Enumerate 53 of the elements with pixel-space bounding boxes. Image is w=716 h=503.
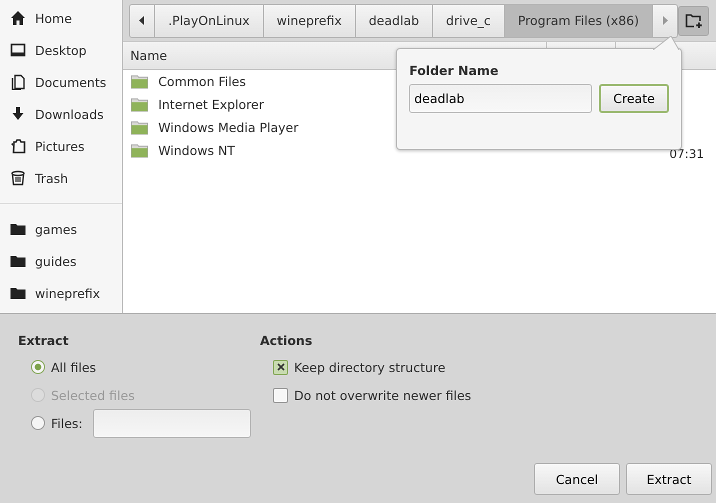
sidebar-item[interactable]: Trash [0, 162, 122, 194]
sidebar-item[interactable]: games [0, 213, 122, 245]
file-name: Windows NT [158, 143, 235, 158]
folder-name-field[interactable]: deadlab [409, 84, 592, 113]
option-label[interactable]: All files [51, 360, 96, 374]
monitor-icon [10, 42, 26, 58]
camera-icon [10, 138, 26, 154]
path-button[interactable]: wineprefix [264, 4, 356, 38]
home-icon [10, 10, 26, 26]
path-button[interactable]: drive_c [433, 4, 505, 38]
sidebar-item[interactable]: Documents [0, 66, 122, 98]
dialog-button[interactable]: Cancel [534, 463, 620, 495]
radio-button[interactable] [31, 360, 45, 374]
folder-icon [10, 285, 26, 301]
document-icon [10, 74, 26, 90]
folder-icon [131, 120, 148, 134]
section-title: Extract [18, 333, 70, 348]
option-label[interactable]: Keep directory structure [294, 360, 446, 374]
folder-icon [131, 98, 148, 112]
right-arrow-icon [662, 16, 668, 25]
files-field[interactable] [92, 408, 251, 438]
sidebar-item[interactable]: Pictures [0, 130, 122, 162]
cross-icon [276, 363, 284, 371]
checkbox[interactable] [273, 388, 288, 402]
create-button[interactable]: Create [598, 84, 670, 113]
path-button[interactable]: Program Files (x86) [504, 4, 653, 38]
sidebar-item[interactable]: Home [0, 2, 122, 34]
path-button[interactable]: .PlayOnLinux [155, 4, 264, 38]
folder-icon [131, 144, 148, 158]
sidebar-item[interactable]: Desktop [0, 34, 122, 66]
checkbox[interactable] [273, 360, 288, 374]
sidebar-item[interactable]: Downloads [0, 98, 122, 130]
download-icon [10, 106, 26, 122]
scroll-left-button[interactable] [129, 4, 156, 38]
option-label[interactable]: Do not overwrite newer files [294, 388, 472, 402]
option-label[interactable]: Files: [51, 416, 83, 430]
sidebar-item[interactable]: wineprefix [0, 277, 122, 309]
path-button[interactable]: deadlab [356, 4, 434, 38]
radio-button[interactable] [31, 416, 45, 430]
file-name: Windows Media Player [158, 120, 298, 135]
section-title: Actions [260, 333, 314, 348]
folder-icon [10, 253, 26, 269]
dialog-button[interactable]: Extract [626, 463, 712, 495]
sidebar-item[interactable]: guides [0, 245, 122, 277]
new-folder-button[interactable] [678, 6, 709, 36]
folder-icon [10, 221, 26, 237]
left-arrow-icon [139, 16, 146, 25]
modified-time: 07:31 [669, 146, 704, 160]
trash-icon [10, 170, 26, 186]
file-name: Common Files [158, 74, 246, 89]
file-name: Internet Explorer [158, 97, 264, 112]
new-folder-icon [684, 12, 702, 28]
folder-icon [131, 74, 148, 88]
